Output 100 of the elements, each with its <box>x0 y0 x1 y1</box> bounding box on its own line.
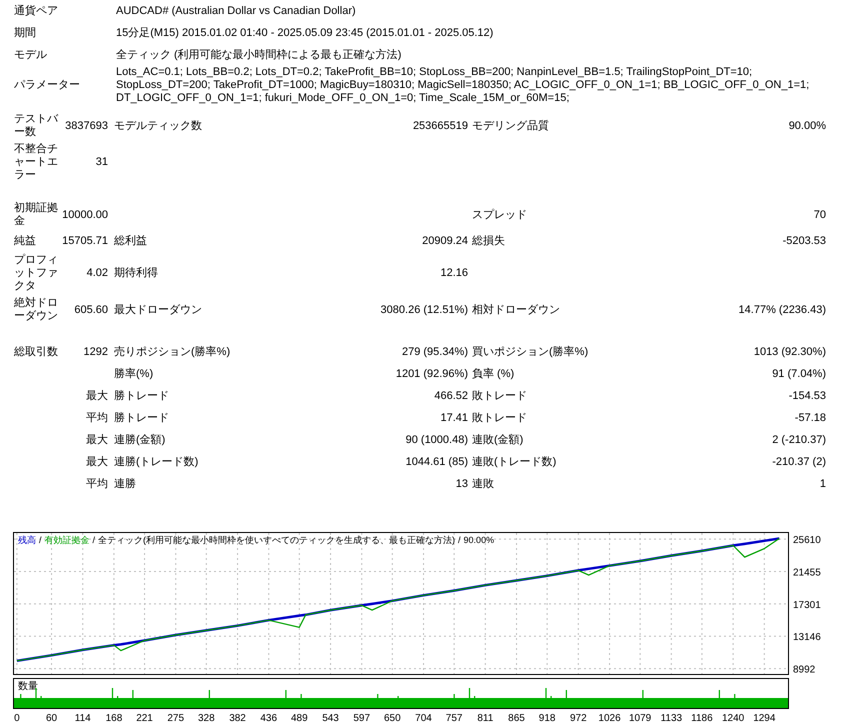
field-value: 全ティック (利用可能な最小時間枠による最も正確な方法) <box>116 48 402 62</box>
stat-value: -57.18 <box>794 412 826 424</box>
stat-value: 1292 <box>84 346 108 358</box>
stat-label: 初期証拠金 <box>14 202 58 227</box>
field-value: AUDCAD# (Australian Dollar vs Canadian Dollar) <box>116 4 357 18</box>
y-tick-label: 17301 <box>793 600 821 611</box>
stat-value: 10000.00 <box>62 208 108 220</box>
x-tick-label: 597 <box>353 713 370 724</box>
legend-label: 全ティック(利用可能な最小時間枠を使いすべてのティックを生成する、最も正確な方法) <box>98 535 456 546</box>
stat-label: 負率 (%) <box>472 368 514 380</box>
stat-label: 連敗(トレード数) <box>472 456 556 468</box>
stat-value: 91 (7.04%) <box>772 368 826 380</box>
x-tick-label: 1294 <box>753 713 776 724</box>
stat-value: -5203.53 <box>782 234 826 246</box>
stat-label: 売りポジション(勝率%) <box>114 346 230 358</box>
stat-value: 1201 (92.96%) <box>396 368 468 380</box>
x-tick-label: 972 <box>570 713 587 724</box>
stat-label: 連敗(金額) <box>472 434 524 446</box>
x-tick-label: 60 <box>46 713 58 724</box>
stat-label: プロフィットファクタ <box>14 254 58 292</box>
legend-separator: / <box>458 535 461 546</box>
stat-value: 90 (1000.48) <box>406 434 468 446</box>
field-value: 15分足(M15) 2015.01.02 01:40 - 2025.05.09 23:45 (2015.01.01 - 2025.05.12) <box>116 26 494 40</box>
legend-label: 残高 <box>18 535 36 546</box>
x-tick-label: 489 <box>291 713 308 724</box>
stat-value: 466.52 <box>434 390 468 402</box>
stat-label: 不整合チャートエラー <box>14 143 58 181</box>
y-tick-label: 13146 <box>793 632 821 644</box>
x-tick-label: 114 <box>74 713 91 724</box>
stat-value: 12.16 <box>440 267 468 279</box>
stat-value: 平均 <box>86 412 108 424</box>
x-tick-label: 275 <box>167 713 184 724</box>
stat-value: 31 <box>96 156 108 168</box>
x-tick-label: 1026 <box>598 713 621 724</box>
x-tick-label: 1240 <box>722 713 744 724</box>
x-tick-label: 436 <box>260 713 278 724</box>
legend-separator: / <box>39 535 42 546</box>
stat-value: 1 <box>820 478 826 490</box>
stat-value: 14.77% (2236.43) <box>738 304 826 316</box>
stat-value: 4.02 <box>86 267 108 279</box>
field-value: Lots_AC=0.1; Lots_BB=0.2; Lots_DT=0.2; TakeProfit_BB=10; StopLoss_BB=200; NanpinLevel_BB=1.5; TrailingStopPoint_DT=10; StopLoss_DT=200; TakeProfit_DT=1000; MagicBuy=180310; MagicSell=180350; AC_LOGIC_OFF_0_ON_1=1; BB_LOGIC_OFF_0_ON_1=1; DT_LOGIC_OFF_0_ON_1=1; fukuri_Mode_OFF_0_ON_1=0; Time_Scale_15M_or_60M=15; <box>116 66 810 105</box>
stat-label: 勝トレード <box>114 412 169 424</box>
stat-value: 1013 (92.30%) <box>754 346 826 358</box>
x-tick-label: 328 <box>198 713 215 724</box>
x-tick-label: 221 <box>136 713 153 724</box>
stat-label: 連勝(金額) <box>114 434 166 446</box>
x-tick-label: 168 <box>106 713 122 724</box>
stat-label: 総取引数 <box>14 346 58 358</box>
stat-label: 連勝 <box>114 478 136 490</box>
x-tick-label: 0 <box>14 713 20 724</box>
stat-value: 15705.71 <box>62 234 108 246</box>
stat-label: 総利益 <box>114 234 147 246</box>
x-tick-label: 1079 <box>629 713 652 724</box>
stat-label: 連勝(トレード数) <box>114 456 198 468</box>
y-tick-label: 25610 <box>793 535 821 546</box>
x-tick-label: 704 <box>415 713 432 724</box>
stat-label: 勝トレード <box>114 390 169 402</box>
stat-label: スプレッド <box>472 208 527 220</box>
field-label: パラメーター <box>13 79 81 92</box>
x-tick-label: 865 <box>508 713 525 724</box>
stat-label: 総損失 <box>472 234 505 246</box>
stat-value: 3837693 <box>65 120 108 132</box>
field-label: 通貨ペア <box>13 4 59 18</box>
x-tick-label: 757 <box>446 713 462 724</box>
x-tick-label: 918 <box>538 713 556 724</box>
legend-label: 90.00% <box>464 535 494 546</box>
legend-label: 有効証拠金 <box>44 535 90 546</box>
x-tick-label: 650 <box>384 713 401 724</box>
stat-value: -154.53 <box>788 390 826 402</box>
stat-value: 279 (95.34%) <box>402 346 468 358</box>
stat-value: 70 <box>814 208 826 220</box>
stat-value: 最大 <box>86 456 108 468</box>
stat-label: 買いポジション(勝率%) <box>472 346 588 358</box>
stat-label: モデルティック数 <box>114 120 202 132</box>
stat-value: 最大 <box>86 390 108 402</box>
stat-label: 最大ドローダウン <box>114 304 202 316</box>
stat-value: -210.37 (2) <box>772 456 826 468</box>
stat-label: モデリング品質 <box>472 120 549 132</box>
stat-value: 253665519 <box>412 120 468 132</box>
x-tick-label: 1133 <box>660 713 682 724</box>
x-tick-label: 811 <box>477 713 494 724</box>
field-label: 期間 <box>13 26 37 40</box>
stat-label: 相対ドローダウン <box>472 304 560 316</box>
stat-value: 20909.24 <box>422 234 468 246</box>
field-label: モデル <box>13 48 48 62</box>
stat-value: 90.00% <box>788 120 826 132</box>
stat-label: 絶対ドローダウン <box>14 297 58 322</box>
volume-label: 数量 <box>18 681 38 692</box>
stat-label: 敗トレード <box>472 412 527 424</box>
stat-value: 1044.61 (85) <box>406 456 468 468</box>
stat-value: 605.60 <box>74 304 108 316</box>
stat-value: 最大 <box>86 434 108 446</box>
stat-value: 13 <box>456 478 468 490</box>
x-tick-label: 1186 <box>691 713 713 724</box>
stat-value: 3080.26 (12.51%) <box>380 304 468 316</box>
x-tick-label: 382 <box>229 713 246 724</box>
stat-label: 勝率(%) <box>114 368 154 380</box>
stat-label: 純益 <box>14 234 36 246</box>
y-tick-label: 8992 <box>793 664 816 676</box>
stat-value: 2 (-210.37) <box>772 434 826 446</box>
